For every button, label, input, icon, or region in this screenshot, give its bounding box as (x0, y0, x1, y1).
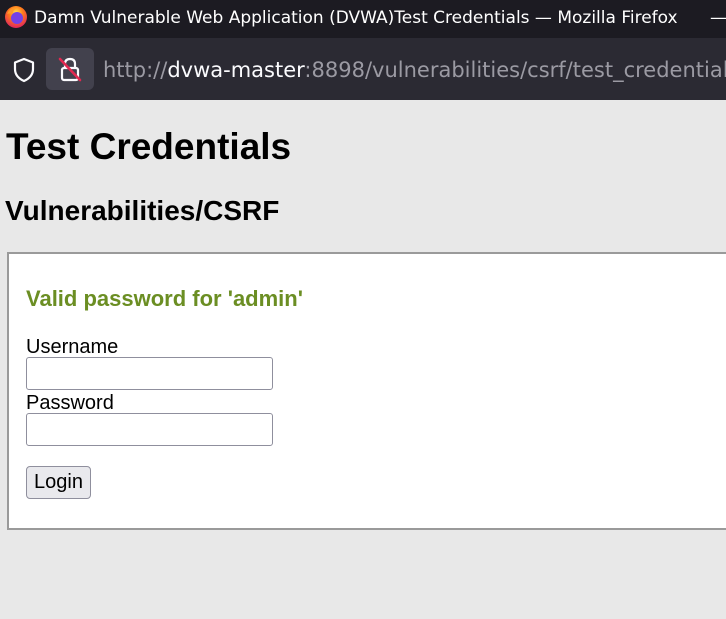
url-scheme: http:// (103, 58, 168, 82)
url-host: dvwa-master (167, 58, 305, 82)
url-path: :8898/vulnerabilities/csrf/test_credenti… (304, 58, 726, 82)
browser-navbar: http://dvwa-master:8898/vulnerabilities/… (0, 38, 726, 100)
login-button[interactable]: Login (26, 466, 91, 499)
window-titlebar: Damn Vulnerable Web Application (DVWA)Te… (0, 0, 726, 38)
lock-insecure-icon (58, 57, 82, 82)
minimize-button[interactable]: — (710, 8, 726, 28)
status-message: Valid password for 'admin' (26, 286, 303, 311)
shield-icon[interactable] (10, 56, 38, 84)
username-input[interactable] (26, 357, 273, 390)
site-info-button[interactable] (46, 48, 94, 90)
page-content: Test Credentials Vulnerabilities/CSRF Va… (0, 100, 726, 619)
password-input[interactable] (26, 413, 273, 446)
username-label: Username (26, 336, 119, 358)
login-form: Valid password for 'admin' Username Pass… (7, 252, 726, 530)
section-heading: Vulnerabilities/CSRF (5, 195, 280, 226)
page-title: Test Credentials (6, 126, 292, 167)
window-title: Damn Vulnerable Web Application (DVWA)Te… (34, 8, 678, 28)
url-bar[interactable]: http://dvwa-master:8898/vulnerabilities/… (103, 58, 726, 82)
password-label: Password (26, 392, 114, 414)
firefox-logo-icon (5, 6, 27, 28)
